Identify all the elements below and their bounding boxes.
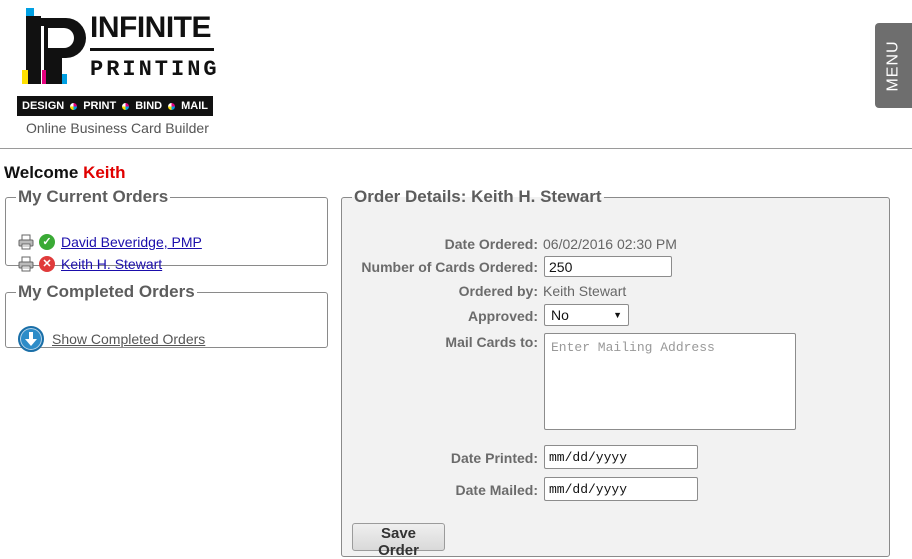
save-order-button[interactable]: Save Order bbox=[352, 523, 445, 559]
current-orders-panel: My Current Orders ✓ David Beveridge, PMP… bbox=[5, 187, 328, 272]
ordered-by-value: Keith Stewart bbox=[543, 283, 627, 299]
show-completed-row: Show Completed Orders bbox=[18, 326, 205, 352]
logo-rule bbox=[90, 48, 214, 51]
ordered-by-label: Ordered by: bbox=[458, 283, 538, 299]
menu-button-label: MENU bbox=[884, 39, 902, 92]
mail-to-label: Mail Cards to: bbox=[445, 334, 538, 350]
site-subtitle: Online Business Card Builder bbox=[26, 120, 209, 136]
num-cards-input[interactable] bbox=[544, 256, 672, 277]
order-details-legend: Order Details: Keith H. Stewart bbox=[354, 187, 602, 206]
logo-name-infinite: INFINITE bbox=[90, 11, 212, 44]
color-dot-icon bbox=[168, 102, 176, 110]
completed-orders-panel: My Completed Orders Show Completed Order… bbox=[5, 282, 328, 352]
download-arrow-icon[interactable] bbox=[18, 326, 44, 352]
welcome-prefix: Welcome bbox=[4, 163, 79, 182]
dropdown-arrow-icon: ▼ bbox=[613, 310, 622, 320]
tagline-print: PRINT bbox=[83, 100, 117, 112]
approved-select[interactable]: No ▼ bbox=[544, 304, 629, 326]
logo-tagline: DESIGN PRINT BIND MAIL bbox=[17, 96, 213, 116]
tagline-mail: MAIL bbox=[181, 100, 208, 112]
infinite-printing-logo[interactable]: INFINITE PRINTING DESIGN PRINT BIND MAIL bbox=[16, 6, 217, 118]
welcome-message: Welcome Keith bbox=[4, 163, 126, 183]
order-row: ✕ Keith H. Stewart bbox=[18, 254, 162, 274]
printer-icon[interactable] bbox=[18, 234, 34, 250]
date-mailed-input[interactable] bbox=[544, 477, 698, 501]
printer-icon[interactable] bbox=[18, 256, 34, 272]
order-row: ✓ David Beveridge, PMP bbox=[18, 232, 202, 252]
menu-button[interactable]: MENU bbox=[875, 23, 912, 108]
current-orders-legend: My Current Orders bbox=[18, 187, 169, 206]
page-header: INFINITE PRINTING DESIGN PRINT BIND MAIL… bbox=[0, 0, 912, 149]
color-dot-icon bbox=[122, 102, 130, 110]
logo-name-printing: PRINTING bbox=[90, 57, 220, 82]
num-cards-label: Number of Cards Ordered: bbox=[361, 259, 538, 275]
check-circle-icon: ✓ bbox=[39, 234, 55, 250]
date-ordered-label: Date Ordered: bbox=[444, 236, 538, 252]
date-printed-input[interactable] bbox=[544, 445, 698, 469]
date-mailed-label: Date Mailed: bbox=[455, 482, 538, 498]
color-dot-icon bbox=[70, 102, 78, 110]
tagline-bind: BIND bbox=[135, 100, 163, 112]
approved-label: Approved: bbox=[468, 308, 538, 324]
show-completed-orders-link[interactable]: Show Completed Orders bbox=[52, 331, 205, 347]
welcome-user-name: Keith bbox=[83, 163, 126, 182]
x-circle-icon: ✕ bbox=[39, 256, 55, 272]
order-details-panel: Order Details: Keith H. Stewart Date Ord… bbox=[341, 187, 890, 559]
order-link-keith-stewart[interactable]: Keith H. Stewart bbox=[61, 256, 162, 272]
date-ordered-value: 06/02/2016 02:30 PM bbox=[543, 236, 677, 252]
order-link-david-beveridge[interactable]: David Beveridge, PMP bbox=[61, 234, 202, 250]
date-printed-label: Date Printed: bbox=[450, 450, 538, 466]
completed-orders-legend: My Completed Orders bbox=[18, 282, 195, 301]
mailing-address-textarea[interactable] bbox=[544, 333, 796, 430]
approved-select-value: No bbox=[551, 307, 569, 323]
tagline-design: DESIGN bbox=[22, 100, 65, 112]
ip-logo-mark bbox=[22, 8, 86, 84]
